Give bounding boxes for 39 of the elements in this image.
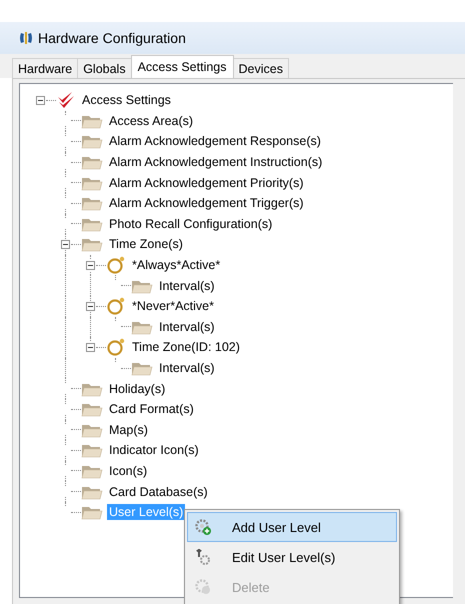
tree-item[interactable]: Holiday(s) (107, 380, 168, 397)
clock-icon (106, 256, 126, 274)
clock-icon (106, 297, 126, 316)
collapse-toggle[interactable] (60, 238, 71, 250)
tree-item[interactable]: Alarm Acknowledgement Response(s) (107, 133, 323, 150)
tab[interactable]: Access Settings (130, 55, 234, 78)
tree-item[interactable]: Icon(s) (107, 462, 150, 479)
menu-item[interactable]: Add User Level (187, 512, 397, 542)
tree-item[interactable]: *Never*Active* (130, 298, 216, 314)
tree-item[interactable]: Alarm Acknowledgement Instruction(s) (107, 154, 324, 170)
collapse-toggle[interactable] (85, 342, 96, 353)
tree-item[interactable]: Map(s) (107, 422, 150, 438)
tree-item[interactable]: Alarm Acknowledgement Trigger(s) (107, 195, 306, 212)
tree-item[interactable]: Card Database(s) (107, 484, 210, 500)
checkmark-icon (56, 91, 76, 110)
collapse-toggle[interactable] (85, 300, 96, 312)
tree-item[interactable]: Card Format(s) (107, 401, 196, 418)
tree-item[interactable]: Time Zone(s) (107, 236, 185, 252)
tab[interactable]: Devices (232, 58, 289, 78)
tree-item[interactable]: Indicator Icon(s) (107, 442, 201, 458)
gear-add-icon (194, 518, 212, 536)
tree-item[interactable]: *Always*Active* (130, 257, 222, 274)
tree-item[interactable]: Interval(s) (157, 318, 217, 335)
collapse-toggle[interactable] (85, 260, 96, 271)
app-icon (18, 30, 34, 46)
gear-delete-icon (194, 578, 212, 596)
tree-item[interactable]: Photo Recall Configuration(s) (107, 216, 274, 232)
tab[interactable]: Hardware (12, 58, 78, 78)
wrench-gear-icon (194, 548, 212, 566)
collapse-toggle[interactable] (35, 94, 46, 106)
tree-item[interactable]: Access Settings (80, 92, 173, 108)
tree-item[interactable]: Alarm Acknowledgement Priority(s) (107, 174, 306, 191)
clock-icon (106, 338, 126, 356)
tree-item[interactable]: Access Area(s) (107, 112, 196, 129)
window-title: Hardware Configuration (38, 30, 186, 46)
tree-item[interactable]: Interval(s) (157, 360, 217, 376)
tree-item[interactable]: Time Zone(ID: 102) (130, 339, 242, 356)
menu-item[interactable]: Edit User Level(s) (187, 542, 397, 572)
tree-item[interactable]: Interval(s) (157, 278, 217, 294)
